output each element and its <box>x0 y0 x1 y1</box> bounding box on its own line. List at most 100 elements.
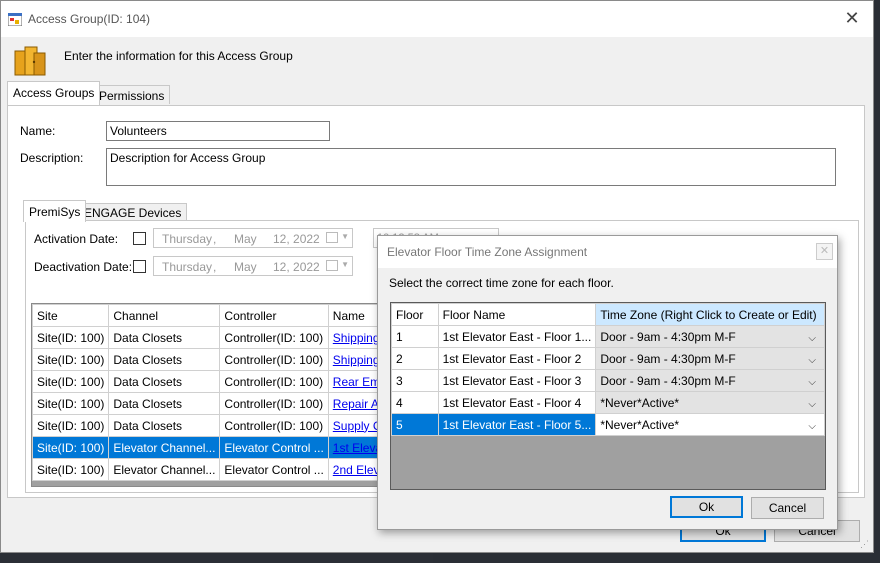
controller-cell: Controller(ID: 100) <box>219 414 329 437</box>
header-instruction: Enter the information for this Access Gr… <box>64 49 293 63</box>
tab-premisys[interactable]: PremiSys <box>23 200 87 222</box>
comma-text: , <box>213 260 217 274</box>
dialog-title-bar: Elevator Floor Time Zone Assignment ✕ <box>378 236 837 268</box>
time-zone-select[interactable]: Door - 9am - 4:30pm M-F ⌵ <box>595 325 825 348</box>
table-row[interactable]: Site(ID: 100) Data Closets Controller(ID: … <box>32 370 385 393</box>
time-zone-value: Door - 9am - 4:30pm M-F <box>600 329 736 344</box>
time-zone-select[interactable]: *Never*Active* ⌵ <box>595 391 825 414</box>
column-header-floor-name[interactable]: Floor Name <box>437 303 597 326</box>
door-name-link[interactable]: 2nd Elev <box>333 463 380 477</box>
tab-permissions[interactable]: Permissions <box>93 85 171 104</box>
controller-cell: Controller(ID: 100) <box>219 370 329 393</box>
deactivation-date-label: Deactivation Date: <box>34 260 133 274</box>
floor-name-cell: 1st Elevator East - Floor 5... <box>437 413 597 436</box>
site-cell: Site(ID: 100) <box>32 392 110 415</box>
column-header-floor[interactable]: Floor <box>391 303 439 326</box>
floor-cell: 5 <box>391 413 439 436</box>
activation-date-label: Activation Date: <box>34 232 119 246</box>
close-icon[interactable]: ✕ <box>816 243 833 260</box>
dialog-instruction: Select the correct time zone for each fl… <box>389 276 614 290</box>
floor-cell: 1 <box>391 325 439 348</box>
time-zone-value: *Never*Active* <box>600 395 680 410</box>
dialog-title: Elevator Floor Time Zone Assignment <box>387 245 588 259</box>
door-name-link[interactable]: Repair Ar <box>333 397 383 411</box>
name-label: Name: <box>20 124 56 138</box>
deactivation-checkbox[interactable] <box>133 260 146 273</box>
column-header-controller[interactable]: Controller <box>219 304 329 327</box>
floor-cell: 2 <box>391 347 439 370</box>
activation-date-picker[interactable]: Thursday , May 12, 2022 ▼ <box>153 228 353 248</box>
time-zone-select[interactable]: Door - 9am - 4:30pm M-F ⌵ <box>595 369 825 392</box>
activation-checkbox[interactable] <box>133 232 146 245</box>
day-year-text: 12, 2022 <box>273 260 320 274</box>
doors-grid: Site Channel Controller Name Site(ID: 10… <box>31 303 386 487</box>
chevron-down-icon[interactable]: ⌵ <box>808 355 816 366</box>
dialog-cancel-button[interactable]: Cancel <box>751 497 824 519</box>
time-zone-select[interactable]: Door - 9am - 4:30pm M-F ⌵ <box>595 347 825 370</box>
door-name-link[interactable]: Shipping <box>333 331 380 345</box>
channel-cell: Elevator Channel... <box>108 458 221 481</box>
channel-cell: Data Closets <box>108 348 221 371</box>
table-row[interactable]: 5 1st Elevator East - Floor 5... *Never*Ac… <box>391 413 825 436</box>
table-row[interactable]: Site(ID: 100) Data Closets Controller(ID: … <box>32 414 385 437</box>
time-zone-value: Door - 9am - 4:30pm M-F <box>600 373 736 388</box>
table-row[interactable]: 2 1st Elevator East - Floor 2 Door - 9am -… <box>391 347 825 370</box>
dialog-ok-button[interactable]: Ok <box>670 496 743 518</box>
floor-cell: 4 <box>391 391 439 414</box>
site-cell: Site(ID: 100) <box>32 458 110 481</box>
site-cell: Site(ID: 100) <box>32 348 110 371</box>
controller-cell: Elevator Control ... <box>219 436 329 459</box>
channel-cell: Data Closets <box>108 326 221 349</box>
site-cell: Site(ID: 100) <box>32 370 110 393</box>
column-header-time-zone[interactable]: Time Zone (Right Click to Create or Edit… <box>595 303 825 326</box>
channel-cell: Data Closets <box>108 392 221 415</box>
chevron-down-icon[interactable]: ⌵ <box>808 333 816 344</box>
site-cell: Site(ID: 100) <box>32 326 110 349</box>
tab-access-groups[interactable]: Access Groups <box>7 81 101 105</box>
channel-cell: Data Closets <box>108 370 221 393</box>
door-name-link[interactable]: Shipping <box>333 353 380 367</box>
title-bar: Access Group(ID: 104) ✕ <box>1 1 873 37</box>
grid-header-row: Floor Floor Name Time Zone (Right Click … <box>391 303 825 326</box>
tab-engage-devices[interactable]: ENGAGE Devices <box>78 203 188 221</box>
controller-cell: Elevator Control ... <box>219 458 329 481</box>
door-name-link[interactable]: Supply C <box>333 419 382 433</box>
chevron-down-icon[interactable]: ⌵ <box>808 399 816 410</box>
month-text: May <box>234 260 257 274</box>
table-row[interactable]: Site(ID: 100) Elevator Channel... Elevator… <box>32 436 385 459</box>
chevron-down-icon: ▼ <box>341 232 349 241</box>
table-row[interactable]: 3 1st Elevator East - Floor 3 Door - 9am -… <box>391 369 825 392</box>
deactivation-date-picker[interactable]: Thursday , May 12, 2022 ▼ <box>153 256 353 276</box>
month-text: May <box>234 232 257 246</box>
chevron-down-icon[interactable]: ⌵ <box>808 377 816 388</box>
site-cell: Site(ID: 100) <box>32 414 110 437</box>
floor-cell: 3 <box>391 369 439 392</box>
door-name-link[interactable]: 1st Eleva <box>333 441 382 455</box>
resize-grip-icon[interactable]: ⋰ <box>860 539 870 549</box>
floor-name-cell: 1st Elevator East - Floor 1... <box>437 325 597 348</box>
column-header-channel[interactable]: Channel <box>108 304 221 327</box>
doors-icon <box>14 46 46 76</box>
description-label: Description: <box>20 151 84 165</box>
close-icon[interactable]: ✕ <box>841 7 863 29</box>
channel-cell: Elevator Channel... <box>108 436 221 459</box>
name-field[interactable]: Volunteers <box>106 121 330 141</box>
table-row[interactable]: Site(ID: 100) Data Closets Controller(ID: … <box>32 348 385 371</box>
table-row[interactable]: Site(ID: 100) Data Closets Controller(ID: … <box>32 326 385 349</box>
chevron-down-icon: ▼ <box>341 260 349 269</box>
weekday-text: Thursday <box>162 232 213 246</box>
time-zone-select[interactable]: *Never*Active* ⌵ <box>595 413 825 436</box>
table-row[interactable]: 4 1st Elevator East - Floor 4 *Never*Activ… <box>391 391 825 414</box>
table-row[interactable]: 1 1st Elevator East - Floor 1... Door - 9a… <box>391 325 825 348</box>
chevron-down-icon[interactable]: ⌵ <box>808 421 816 432</box>
column-header-site[interactable]: Site <box>32 304 110 327</box>
time-zone-dialog: Elevator Floor Time Zone Assignment ✕ Se… <box>377 235 838 530</box>
comma-text: , <box>213 232 217 246</box>
window-title: Access Group(ID: 104) <box>28 12 151 26</box>
controller-cell: Controller(ID: 100) <box>219 326 329 349</box>
floor-name-cell: 1st Elevator East - Floor 4 <box>437 391 597 414</box>
table-row[interactable]: Site(ID: 100) Elevator Channel... Elevator… <box>32 458 385 481</box>
table-row[interactable]: Site(ID: 100) Data Closets Controller(ID: … <box>32 392 385 415</box>
description-field[interactable]: Description for Access Group <box>106 148 836 186</box>
channel-cell: Data Closets <box>108 414 221 437</box>
